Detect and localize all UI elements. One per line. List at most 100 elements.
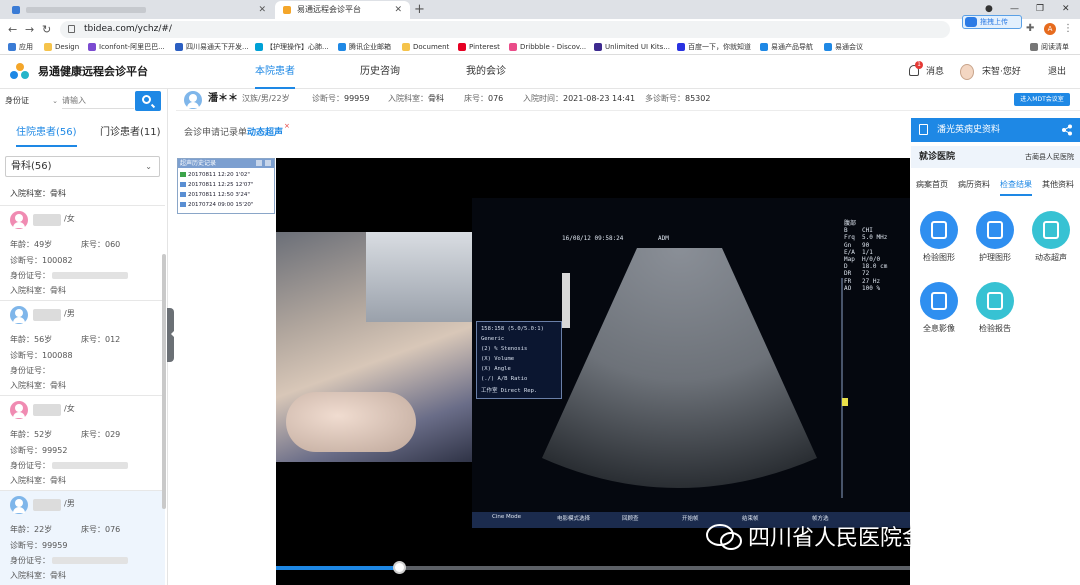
close-window-icon[interactable]: ✕	[1062, 0, 1070, 19]
patient-name: 潘＊＊	[208, 93, 238, 104]
history-row[interactable]: 20170811 12:20 1'02"	[180, 171, 274, 180]
patient-card-selected[interactable]: /男 年龄：22岁 床号：076 诊断号：99959 身份证号： 入院科室：骨科	[0, 491, 165, 585]
patient-card[interactable]: /男 年龄：56岁 床号：012 诊断号：100088 身份证号： 入院科室：骨…	[0, 301, 165, 396]
bookmark-unlimited-ui[interactable]: Unlimited UI Kits...	[594, 40, 670, 54]
folder-icon	[402, 43, 410, 51]
video-scrubber-handle[interactable]	[392, 561, 406, 574]
patient-id-label: 身份证号：	[10, 366, 50, 375]
browser-tab-1[interactable]: ✕	[4, 1, 274, 19]
browser-tab-2[interactable]: 易通远程会诊平台 ✕	[275, 1, 410, 19]
admit-time-field: 入院时间：2021-08-23 14:41	[523, 94, 636, 103]
patient-age: 年龄：56岁	[10, 335, 53, 344]
patient-diag-no: 诊断号：99952	[10, 446, 68, 455]
patient-id-label: 身份证号：	[10, 556, 50, 565]
history-row[interactable]: 20170724 09:00 15'20"	[180, 201, 274, 210]
male-avatar-icon	[184, 91, 202, 109]
cloud-icon	[965, 17, 977, 27]
user-avatar	[960, 64, 974, 80]
tab-outpatients[interactable]: 门诊患者(11)	[100, 121, 161, 145]
tab-close-icon[interactable]: ✕	[394, 1, 402, 19]
close-tab-icon[interactable]: ×	[284, 122, 290, 130]
extensions-icon[interactable]: ✚	[1026, 23, 1034, 34]
reload-icon[interactable]: ↻	[42, 19, 51, 40]
lab-graph-icon[interactable]	[920, 211, 958, 249]
bookmark-baidu[interactable]: 百度一下，你就知道	[677, 40, 751, 54]
reading-list[interactable]: 阅读清单	[1030, 40, 1069, 54]
tab-inpatients[interactable]: 住院患者(56)	[16, 121, 77, 147]
history-row[interactable]: 20170811 12:50 3'24"	[180, 191, 274, 200]
forward-icon[interactable]: →	[25, 19, 34, 40]
url-field[interactable]: tbidea.com/ychz/#/	[60, 21, 950, 38]
tab-case-home[interactable]: 病案首页	[916, 179, 948, 190]
dynamic-ultrasound-icon[interactable]	[1032, 211, 1070, 249]
patient-info-bar: 潘＊＊ 汉族/男/22岁 诊断号：99959 入院科室：骨科 床号：076 入院…	[176, 89, 1080, 111]
patient-dept: 入院科室：骨科	[10, 286, 66, 295]
drag-upload-badge[interactable]: 拖拽上传	[962, 15, 1022, 29]
lab-report-icon[interactable]	[976, 282, 1014, 320]
patient-age: 年龄：22岁	[10, 525, 53, 534]
patient-gender: /男	[64, 499, 75, 508]
sidebar-scrollbar[interactable]	[162, 254, 166, 509]
tab-consult-record[interactable]: 会诊申请记录单	[184, 125, 247, 138]
bookmark-apps[interactable]: 应用	[8, 40, 33, 54]
logout-link[interactable]: 退出	[1048, 55, 1066, 89]
reading-list-icon	[1030, 43, 1038, 51]
patient-id-blurred	[52, 272, 128, 279]
collapse-sidebar-handle[interactable]	[167, 308, 174, 362]
bookmark-yitong-meeting[interactable]: 易通会议	[824, 40, 863, 54]
ultrasound-params: 腹部 B CHI Frq 5.0 MHz Gn 90 E/A 1/1 Map H…	[844, 220, 888, 292]
bookmark-tencent-mail[interactable]: 腾讯企业邮箱	[338, 40, 391, 54]
ultrasound-machine-image	[366, 232, 472, 322]
ultrasound-measure-menu: 158:158 (5.0/5.0:1) Generic (2) % Stenos…	[476, 321, 562, 399]
bookmark-dribbble[interactable]: Dribbble - Discov...	[509, 40, 586, 54]
bookmark-yitong-nav[interactable]: 易通产品导航	[760, 40, 813, 54]
gray-scale-bar	[562, 273, 570, 328]
bookmark-pinterest[interactable]: Pinterest	[458, 40, 500, 54]
nav-tab-history[interactable]: 历史咨询	[360, 55, 400, 89]
tab-title-blurred	[26, 7, 146, 13]
tab-close-icon[interactable]: ✕	[258, 1, 266, 19]
video-progress-bar[interactable]	[276, 561, 910, 574]
bookmark-document[interactable]: Document	[402, 40, 449, 54]
profile-avatar[interactable]: A	[1044, 23, 1056, 35]
chevron-down-icon: ⌄	[145, 162, 152, 171]
bookmark-nursing[interactable]: 【护理操作】心肺...	[255, 40, 329, 54]
bookmark-design[interactable]: Design	[44, 40, 79, 54]
patient-card[interactable]: /女 年龄：49岁 床号：060 诊断号：100082 身份证号： 入院科室：骨…	[0, 206, 165, 301]
notification-badge: 1	[915, 61, 923, 69]
tab-dynamic-ultrasound[interactable]: 动态超声	[247, 125, 283, 138]
nursing-graph-icon[interactable]	[976, 211, 1014, 249]
department-filter-select[interactable]: 骨科(56) ⌄	[5, 156, 160, 177]
browser-menu-icon[interactable]: ⋮	[1063, 23, 1073, 34]
minimize-icon[interactable]	[256, 160, 262, 166]
holographic-image-icon[interactable]	[920, 282, 958, 320]
patient-dept: 入院科室：骨科	[10, 381, 66, 390]
tab-medical-records[interactable]: 病历资料	[958, 179, 990, 190]
patient-bed: 床号：076	[81, 525, 121, 534]
wechat-icon	[706, 524, 742, 550]
close-icon[interactable]	[265, 160, 271, 166]
search-input[interactable]	[62, 93, 134, 109]
patient-card[interactable]: /女 年龄：52岁 床号：029 诊断号：99952 身份证号： 入院科室：骨科	[0, 396, 165, 491]
bookmark-sichuan[interactable]: 四川易通天下开发...	[175, 40, 249, 54]
id-type-select[interactable]: 身份证 ⌄	[5, 93, 60, 109]
tab-exam-results[interactable]: 检查结果	[1000, 179, 1032, 196]
pinterest-icon	[458, 43, 466, 51]
ultrasound-date: 16/08/12 09:58:24	[562, 235, 624, 242]
tab-favicon	[12, 6, 20, 14]
enter-mdt-room-button[interactable]: 进入MDT会议室	[1014, 93, 1070, 106]
bookmark-iconfont[interactable]: Iconfont-阿里巴巴...	[88, 40, 165, 54]
share-icon[interactable]	[1061, 124, 1073, 136]
bilibili-icon	[255, 43, 263, 51]
patient-id-blurred	[52, 462, 128, 469]
maximize-icon[interactable]: ❐	[1036, 0, 1044, 19]
history-row[interactable]: 20170811 12:25 12'07"	[180, 181, 274, 190]
messages-link[interactable]: 消息	[926, 55, 944, 89]
nav-tab-my-consults[interactable]: 我的会诊	[466, 55, 506, 89]
new-tab-button[interactable]: +	[414, 0, 425, 19]
patient-gender: /男	[64, 309, 75, 318]
back-icon[interactable]: ←	[8, 19, 17, 40]
tab-other-docs[interactable]: 其他资料	[1042, 179, 1074, 190]
search-button[interactable]	[135, 91, 161, 111]
nav-tab-inpatients[interactable]: 本院患者	[255, 55, 295, 89]
